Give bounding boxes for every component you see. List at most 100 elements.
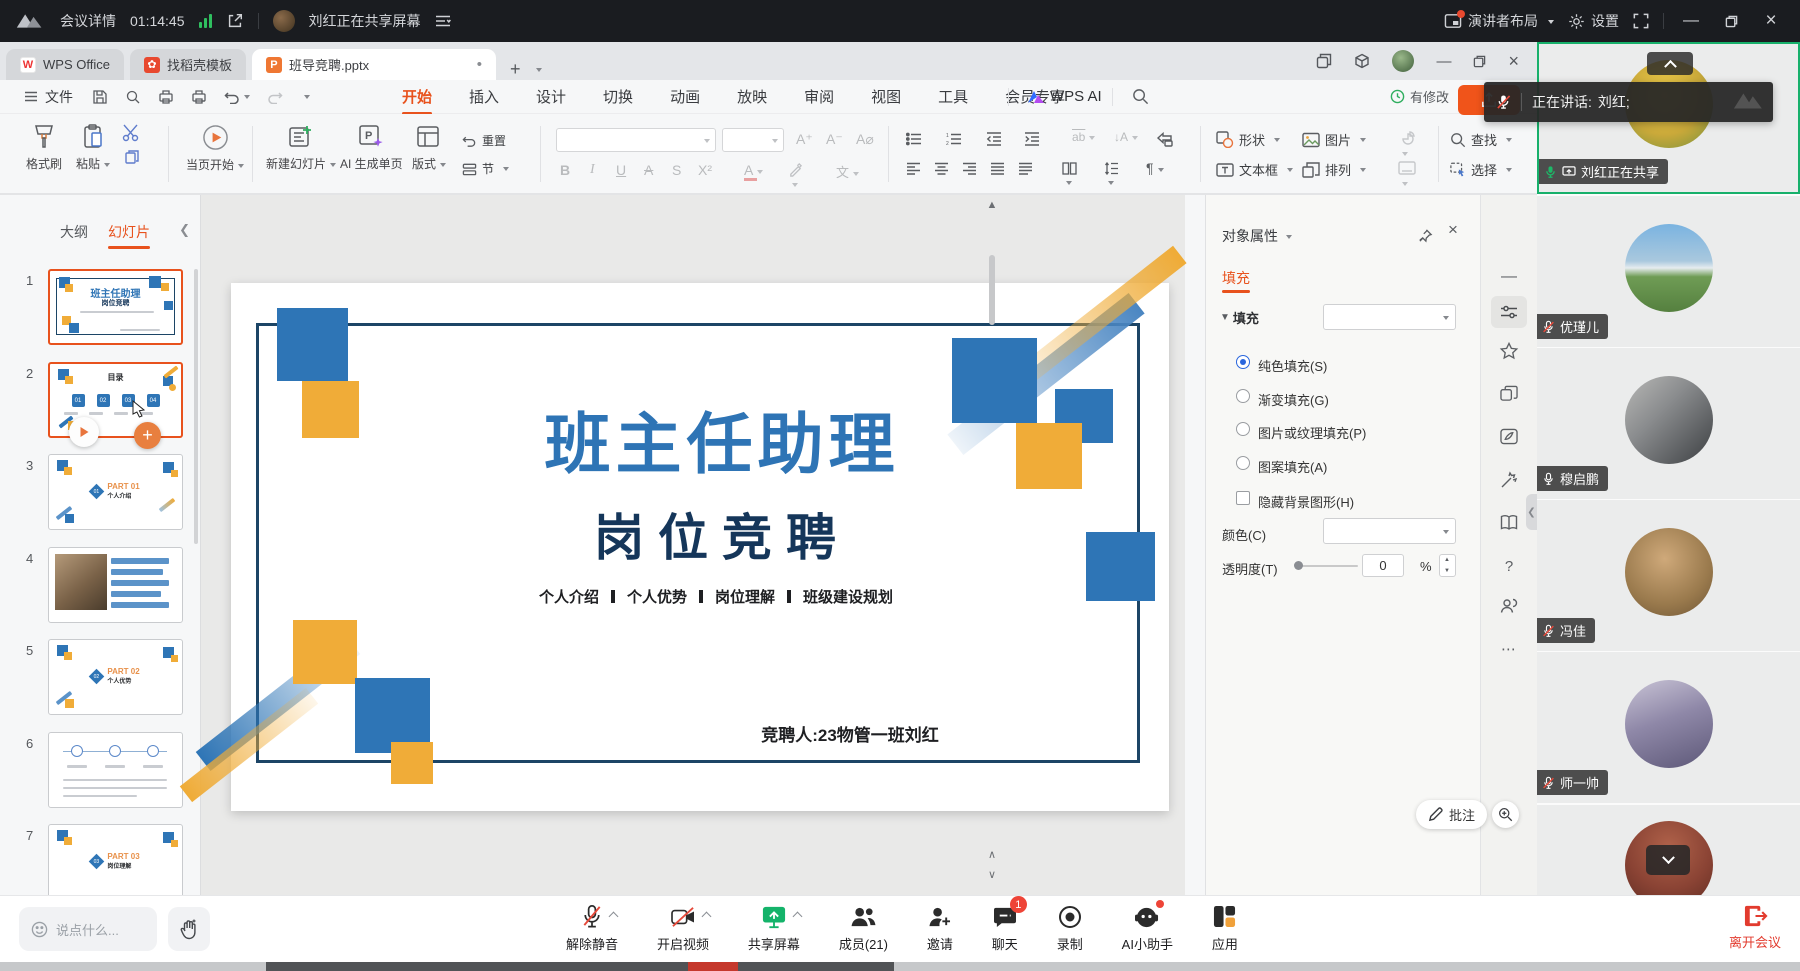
participant-tile[interactable] (1537, 805, 1800, 895)
new-slide-button[interactable]: 新建幻灯片 (266, 124, 336, 172)
window-maximize-button[interactable] (1718, 8, 1744, 34)
participant-tile[interactable]: 穆启鹏 (1537, 348, 1800, 499)
wps-ai-button[interactable]: WPS AI (1028, 88, 1102, 105)
tab-wps-office[interactable]: W WPS Office (6, 49, 124, 80)
mic-options-caret[interactable] (609, 912, 619, 922)
share-export-icon[interactable] (226, 12, 244, 30)
share-options-caret[interactable] (792, 912, 802, 922)
paste-button[interactable]: 粘贴 (76, 124, 110, 172)
text-direction-button[interactable]: ↓A (1114, 130, 1138, 144)
account-avatar[interactable] (1392, 50, 1414, 72)
increase-indent-button[interactable] (1024, 132, 1040, 146)
layout-switch-button[interactable]: 演讲者布局 (1444, 11, 1554, 31)
find-button[interactable]: 查找 (1450, 130, 1512, 149)
quick-chat-input[interactable]: 说点什么... (19, 907, 157, 951)
wps-restore-button[interactable] (1473, 55, 1486, 68)
share-screen-button[interactable]: 共享屏幕 (748, 903, 800, 953)
align-right-button[interactable] (962, 162, 977, 175)
decrease-indent-button[interactable] (986, 132, 1002, 146)
fill-section-header[interactable]: ▼填充 (1220, 308, 1259, 327)
font-family-combo[interactable] (556, 128, 716, 152)
redo-button[interactable] (267, 90, 283, 104)
scroll-up-icon[interactable]: ▲ (986, 200, 998, 211)
phonetic-guide-button[interactable]: 文 (836, 162, 859, 181)
undo-button[interactable] (224, 90, 250, 104)
increase-font-button[interactable]: A⁺ (796, 131, 813, 148)
slide-thumbnail-6[interactable] (48, 732, 183, 808)
numbered-list-button[interactable]: 12 (946, 132, 962, 146)
chart-button-disabled[interactable] (1398, 130, 1416, 160)
shadow-button[interactable]: S (672, 162, 681, 178)
panel-resize-handle[interactable]: ❮ (1526, 494, 1537, 530)
slide-canvas[interactable]: 班主任助理 岗位竞聘 个人介绍 个人优势 岗位理解 班级建设规划 竞聘人:23物… (200, 194, 1185, 895)
slide-thumbnail-5[interactable]: 02 PART 02 个人优势 (48, 639, 183, 715)
checkbox-hide-background[interactable] (1236, 491, 1250, 505)
tab-presentation-file[interactable]: P 班导竞聘.pptx • (252, 49, 496, 80)
slide-thumbnail-3[interactable]: 01 PART 01 个人介绍 (48, 454, 183, 530)
radio-pattern-fill[interactable] (1236, 456, 1250, 470)
ribbon-tab-design[interactable]: 设计 (534, 80, 568, 113)
wps-close-button[interactable]: × (1508, 51, 1519, 72)
print-icon[interactable] (158, 89, 174, 105)
transparency-value-input[interactable]: 0 (1362, 554, 1404, 577)
panel-collapse-chevron[interactable]: ❮ (179, 222, 190, 238)
participant-tile[interactable]: 师一帅 (1537, 652, 1800, 803)
shapes-button[interactable]: 形状 (1216, 130, 1280, 149)
line-spacing-button[interactable] (1104, 162, 1119, 189)
ai-generate-page-button[interactable]: P AI 生成单页 (340, 124, 403, 172)
thumbnail-play-button[interactable] (69, 417, 99, 447)
ribbon-search-icon[interactable] (1132, 88, 1149, 105)
file-menu[interactable]: 文件 (24, 87, 73, 107)
properties-strip-button[interactable] (1491, 296, 1527, 328)
sharing-list-icon[interactable] (435, 14, 451, 28)
thumbnail-add-button[interactable]: + (134, 422, 161, 449)
fill-type-combo[interactable] (1323, 304, 1456, 330)
slide-size-button-disabled[interactable] (1398, 160, 1416, 190)
slide-layout-button[interactable]: 版式 (412, 124, 446, 172)
start-video-button[interactable]: 开启视频 (657, 903, 709, 953)
meeting-details-link[interactable]: 会议详情 (60, 11, 116, 31)
reset-slide-button[interactable]: 重置 (462, 132, 506, 149)
properties-title-dropdown[interactable]: 对象属性 (1222, 226, 1292, 246)
fill-tab[interactable]: 填充 (1222, 268, 1250, 288)
textbox-button[interactable]: 文本框 (1216, 160, 1293, 179)
save-icon[interactable] (92, 89, 108, 105)
ribbon-tab-home[interactable]: 开始 (400, 80, 434, 113)
clear-format-button[interactable]: A⌀ (856, 131, 874, 148)
panel-collapse-button[interactable] (1647, 52, 1693, 75)
superscript-button[interactable]: X² (698, 162, 712, 178)
current-slide[interactable]: 班主任助理 岗位竞聘 个人介绍 个人优势 岗位理解 班级建设规划 竞聘人:23物… (231, 283, 1169, 811)
close-panel-icon[interactable]: × (1448, 220, 1458, 240)
color-combo[interactable] (1323, 518, 1456, 544)
bold-button[interactable]: B (560, 162, 570, 178)
invite-button[interactable]: 邀请 (927, 903, 953, 953)
canvas-scrollbar[interactable]: ▲ ∧ ∨ (986, 194, 998, 895)
format-painter-button[interactable]: 格式刷 (26, 124, 62, 172)
section-button[interactable]: 节 (462, 160, 509, 177)
ribbon-tab-tools[interactable]: 工具 (936, 80, 970, 113)
strikethrough-button[interactable]: A (644, 162, 653, 178)
annotate-button[interactable]: 批注 (1416, 800, 1487, 829)
window-minimize-button[interactable]: — (1678, 8, 1704, 34)
decrease-font-button[interactable]: A⁻ (826, 131, 843, 148)
ribbon-tab-insert[interactable]: 插入 (467, 80, 501, 113)
wps-minimize-button[interactable]: — (1436, 53, 1451, 70)
slide-thumbnail-1[interactable]: 班主任助理 岗位竞聘 (48, 269, 183, 345)
leave-meeting-button[interactable]: 离开会议 (1712, 904, 1798, 951)
video-options-caret[interactable] (701, 912, 711, 922)
zoom-button[interactable] (1492, 801, 1519, 828)
help-icon[interactable]: ? (1505, 558, 1513, 575)
next-slide-icon[interactable]: ∨ (986, 870, 998, 881)
char-spacing-button[interactable]: ab (1072, 130, 1095, 144)
quickbar-more-chevron[interactable] (304, 95, 310, 102)
canvas-scroll-thumb[interactable] (989, 255, 995, 325)
contacts-icon[interactable] (1500, 597, 1518, 614)
slides-scrollbar[interactable] (194, 269, 198, 544)
paragraph-mark-button[interactable]: ¶ (1146, 160, 1164, 176)
selection-pane-button[interactable] (1156, 132, 1173, 147)
justify-button[interactable] (990, 162, 1005, 175)
smart-features-icon[interactable] (1500, 428, 1519, 445)
ribbon-tab-view[interactable]: 视图 (869, 80, 903, 113)
transparency-spinner[interactable]: ▲ ▼ (1439, 554, 1456, 577)
new-tab-button[interactable]: + (510, 59, 521, 80)
